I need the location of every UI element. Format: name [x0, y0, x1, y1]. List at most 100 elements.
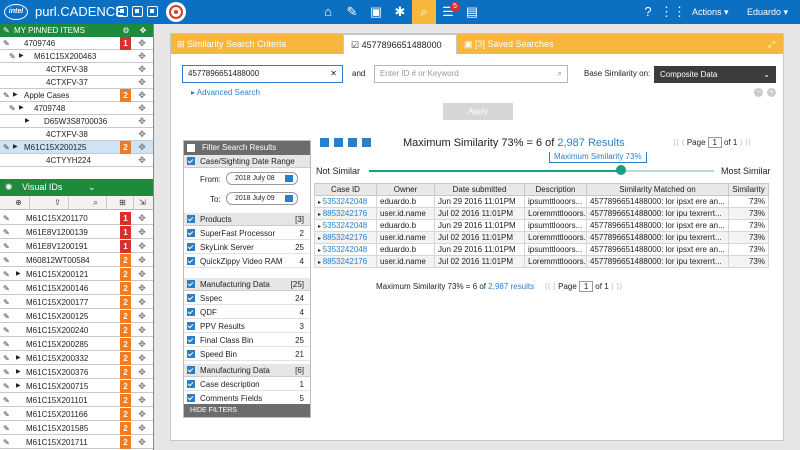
documents-icon[interactable]: ▤	[460, 0, 484, 24]
move-icon[interactable]: ✥	[134, 89, 150, 102]
pin-icon[interactable]: ✎	[3, 141, 10, 154]
visual-id-row[interactable]: ✎ M61C15X200177 2 ✥	[0, 296, 153, 309]
filter-option[interactable]: Sspec 24	[184, 292, 310, 305]
similarity-slider-handle[interactable]	[615, 165, 626, 175]
pin-icon[interactable]: ✎	[3, 254, 10, 267]
hide-filters-button[interactable]: HIDE FILTERS	[184, 404, 310, 417]
pinned-item[interactable]: 4CTXFV-38 ✥	[0, 128, 153, 141]
pin-icon[interactable]: ✎	[3, 366, 10, 379]
visual-id-row[interactable]: ✎ M61C15X201170 1 ✥	[0, 212, 153, 225]
filter-option[interactable]: QDF 4	[184, 306, 310, 319]
move-icon[interactable]: ✥	[134, 366, 150, 379]
column-header[interactable]: Case ID	[314, 183, 377, 196]
move-icon[interactable]: ✥	[134, 102, 150, 115]
filter-checkbox[interactable]	[187, 144, 195, 152]
settings-icon[interactable]: ✱	[388, 0, 412, 24]
add-icon[interactable]: ⊕	[8, 196, 30, 210]
user-menu[interactable]: Eduardo ▾	[747, 0, 788, 24]
checkbox[interactable]	[187, 380, 195, 388]
visual-id-row[interactable]: ✎ M61C15X201101 2 ✥	[0, 394, 153, 407]
next-page-icon[interactable]: ⟩ ⟩⟩	[611, 282, 623, 291]
visual-id-row[interactable]: ✎ M61C15X200146 2 ✥	[0, 282, 153, 295]
target-icon[interactable]	[166, 2, 186, 22]
case-id-link[interactable]: 8853242176	[323, 209, 368, 218]
bug-icon[interactable]: ⚙	[120, 24, 132, 37]
move-icon[interactable]: ✥	[134, 352, 150, 365]
checkbox[interactable]	[187, 322, 195, 330]
checkbox[interactable]	[187, 394, 195, 402]
table-cell[interactable]: ▸ 8853242176	[314, 255, 377, 268]
move-icon[interactable]: ✥	[134, 408, 150, 421]
move-icon[interactable]: ✥	[134, 115, 150, 128]
expand-arrow-icon[interactable]: ▶	[13, 89, 18, 102]
pinned-item[interactable]: ✎ ▶ Apple Cases 2 ✥	[0, 89, 153, 102]
move-icon[interactable]: ✥	[134, 128, 150, 141]
pin-icon[interactable]: ✎	[3, 310, 10, 323]
filter-option[interactable]: Case description 1	[184, 378, 310, 391]
table-row[interactable]: ▸ 5353242048 eduardo.b Jun 29 2016 11:01PM…	[314, 243, 769, 256]
pin-icon[interactable]: ✎	[3, 338, 10, 351]
move-icon[interactable]: ✥	[134, 254, 150, 267]
move-icon[interactable]: ✥	[134, 296, 150, 309]
expand-arrow-icon[interactable]: ▶	[16, 268, 21, 281]
pin-icon[interactable]: ✎	[3, 212, 10, 225]
total-results-link[interactable]: 2,987 Results	[557, 137, 624, 149]
pin-icon[interactable]: ✎	[3, 240, 10, 253]
move-icon[interactable]: ✥	[134, 141, 150, 154]
pinned-item[interactable]: 4CTYYH224 ✥	[0, 154, 153, 167]
move-icon[interactable]: ✥	[134, 37, 150, 50]
column-header[interactable]: Date submitted	[434, 183, 525, 196]
expand-arrow-icon[interactable]: ▶	[25, 115, 30, 128]
move-icon[interactable]: ✥	[134, 436, 150, 449]
keyword-input[interactable]: Enter ID # or Keyword ⌕	[374, 65, 568, 83]
case-id-link[interactable]: 5353242048	[323, 197, 368, 206]
visual-id-row[interactable]: ✎ ▶ M61C15X200121 2 ✥	[0, 268, 153, 281]
help-icon[interactable]: ?	[636, 0, 660, 24]
actions-menu[interactable]: Actions ▾	[692, 0, 729, 24]
similarity-slider-track[interactable]	[369, 170, 714, 172]
from-date-field[interactable]: 2018 July 08	[226, 172, 298, 185]
manufacturing-section[interactable]: Manufacturing Data [25]	[184, 278, 310, 291]
download-icon[interactable]	[320, 138, 329, 147]
move-icon[interactable]: ✥	[134, 422, 150, 435]
wrench-icon[interactable]: ✎	[340, 0, 364, 24]
table-cell[interactable]: ▸ 8853242176	[314, 231, 377, 244]
visual-id-row[interactable]: ✎ M61C15X200285 2 ✥	[0, 338, 153, 351]
case-id-link[interactable]: 5353242048	[323, 221, 368, 230]
similarity-search-icon[interactable]: ⌕	[412, 0, 436, 24]
pin-icon[interactable]: ✎	[3, 296, 10, 309]
checkbox[interactable]	[187, 336, 195, 344]
checkbox[interactable]	[187, 243, 195, 251]
base-similarity-select[interactable]: Composite Data ⌄	[654, 66, 776, 83]
pinned-item[interactable]: ✎ 4709746 1 ✥	[0, 37, 153, 50]
checkbox[interactable]	[187, 308, 195, 316]
search-icon[interactable]: ⌕	[558, 66, 562, 82]
visual-id-row[interactable]: ✎ ▶ M61C15X200376 2 ✥	[0, 366, 153, 379]
expand-arrow-icon[interactable]: ▶	[16, 366, 21, 379]
first-page-icon[interactable]: ⟨⟨ ⟨	[673, 138, 685, 147]
column-header[interactable]: Similarity	[728, 183, 769, 196]
table-cell[interactable]: ▸ 5353242048	[314, 219, 377, 232]
apps-grid-icon[interactable]: ⋮⋮	[660, 0, 686, 24]
visual-id-row[interactable]: ✎ M61C15X200240 2 ✥	[0, 324, 153, 337]
add-icon[interactable]: +	[767, 88, 776, 97]
pinned-item[interactable]: 4CTXFV-38 ✥	[0, 63, 153, 76]
tab-active-search[interactable]: ☑ 4577896651488000	[343, 34, 457, 54]
pin-icon[interactable]: ✎	[3, 352, 10, 365]
move-icon[interactable]: ✥	[134, 240, 150, 253]
column-header[interactable]: Owner	[376, 183, 435, 196]
upload-icon[interactable]: ⇪	[47, 196, 69, 210]
clear-icon[interactable]: ✕	[330, 66, 337, 82]
visual-id-row[interactable]: ✎ M60812WT00584 2 ✥	[0, 254, 153, 267]
checkbox[interactable]	[187, 366, 195, 374]
checkbox[interactable]	[187, 280, 195, 288]
move-icon[interactable]: ✥	[134, 324, 150, 337]
move-icon[interactable]: ✥	[134, 50, 150, 63]
chip-icon[interactable]	[147, 6, 158, 17]
column-header[interactable]: Similarity Matched on	[586, 183, 729, 196]
pin-icon[interactable]: ✎	[3, 408, 10, 421]
move-icon[interactable]: ✥	[134, 76, 150, 89]
visual-id-row[interactable]: ✎ ▶ M61C15X200715 2 ✥	[0, 380, 153, 393]
expand-arrow-icon[interactable]: ▶	[16, 380, 21, 393]
pin-icon[interactable]: ✎	[3, 268, 10, 281]
